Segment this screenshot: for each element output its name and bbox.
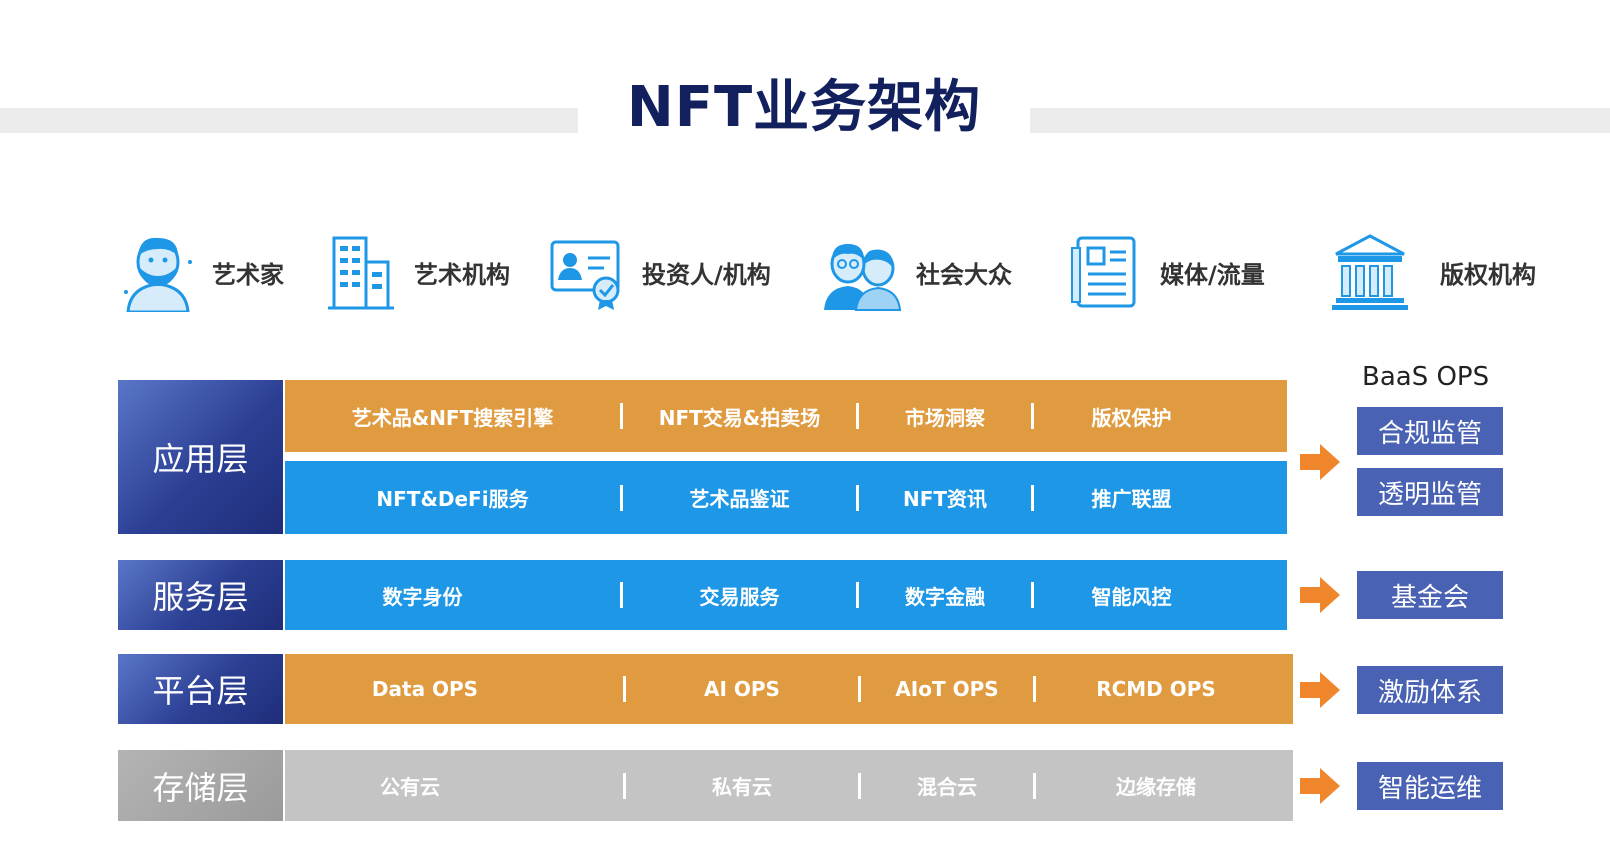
storage-row: 公有云 私有云 混合云 边缘存储: [285, 750, 1293, 821]
actor-public: 社会大众: [822, 232, 1012, 312]
app-item: NFT资讯: [902, 487, 988, 511]
app-item: 市场洞察: [905, 405, 985, 430]
ops-box-transparency: 透明监管: [1357, 468, 1503, 516]
service-row: 数字身份 交易服务 数字金融 智能风控: [285, 560, 1287, 630]
arrow-right-icon: [1300, 444, 1340, 480]
news-icon: [1071, 236, 1136, 308]
arrow-right-icon: [1300, 577, 1340, 613]
layer-label-storage: 存储层: [118, 750, 283, 821]
app-item: 艺术品&NFT搜索引擎: [351, 405, 554, 430]
layer-label-service: 服务层: [118, 560, 283, 630]
actor-art-institution: 艺术机构: [320, 232, 510, 312]
actor-label: 版权机构: [1440, 260, 1536, 289]
app-item: 版权保护: [1091, 405, 1172, 430]
app-item: 推广联盟: [1091, 487, 1172, 511]
actor-investor: 投资人/机构: [548, 232, 771, 312]
arrow-right-icon: [1300, 672, 1340, 708]
title-bar-right: [1030, 108, 1610, 133]
people-icon: [824, 244, 902, 311]
storage-item: 公有云: [380, 775, 440, 799]
actor-media: 媒体/流量: [1066, 232, 1265, 312]
actor-label: 社会大众: [916, 260, 1012, 289]
artist-icon: [124, 237, 192, 312]
service-item: 数字金融: [905, 584, 985, 609]
service-item: 交易服务: [699, 584, 780, 609]
ops-title: BaaS OPS: [1362, 362, 1490, 392]
app-row-1: 艺术品&NFT搜索引擎 NFT交易&拍卖场 市场洞察 版权保护: [285, 380, 1287, 452]
id-card-icon: [550, 240, 620, 310]
actor-artist: 艺术家: [118, 232, 284, 312]
ops-box-foundation: 基金会: [1357, 571, 1503, 619]
app-row-2: NFT&DeFi服务 艺术品鉴证 NFT资讯 推广联盟: [285, 461, 1287, 534]
platform-item: AIoT OPS: [895, 677, 999, 701]
actor-label: 艺术家: [212, 260, 284, 289]
platform-item: RCMD OPS: [1096, 677, 1216, 701]
app-item: 艺术品鉴证: [689, 487, 790, 511]
layer-label-application: 应用层: [118, 380, 283, 534]
storage-item: 边缘存储: [1116, 775, 1196, 799]
ops-box-compliance: 合规监管: [1357, 407, 1503, 455]
actor-label: 媒体/流量: [1160, 260, 1265, 289]
institution-icon: [1332, 234, 1408, 310]
platform-row: Data OPS AI OPS AIoT OPS RCMD OPS: [285, 654, 1293, 724]
page-title: NFT业务架构: [626, 75, 982, 140]
arrow-right-icon: [1300, 768, 1340, 804]
storage-item: 私有云: [712, 775, 772, 799]
app-item: NFT交易&拍卖场: [658, 405, 821, 430]
service-item: 智能风控: [1091, 584, 1172, 609]
building-icon: [328, 236, 394, 310]
actor-label: 投资人/机构: [642, 260, 771, 289]
platform-item: Data OPS: [371, 677, 479, 701]
ops-box-incentive: 激励体系: [1357, 666, 1503, 714]
service-item: 数字身份: [382, 584, 463, 609]
storage-item: 混合云: [917, 775, 977, 799]
actor-label: 艺术机构: [414, 260, 510, 289]
actor-copyright-institution: 版权机构: [1330, 232, 1536, 312]
ops-box-smart-ops: 智能运维: [1357, 762, 1503, 810]
app-item: NFT&DeFi服务: [376, 487, 529, 511]
layer-label-platform: 平台层: [118, 654, 283, 724]
title-bar-left: [0, 108, 578, 133]
platform-item: AI OPS: [704, 677, 780, 701]
